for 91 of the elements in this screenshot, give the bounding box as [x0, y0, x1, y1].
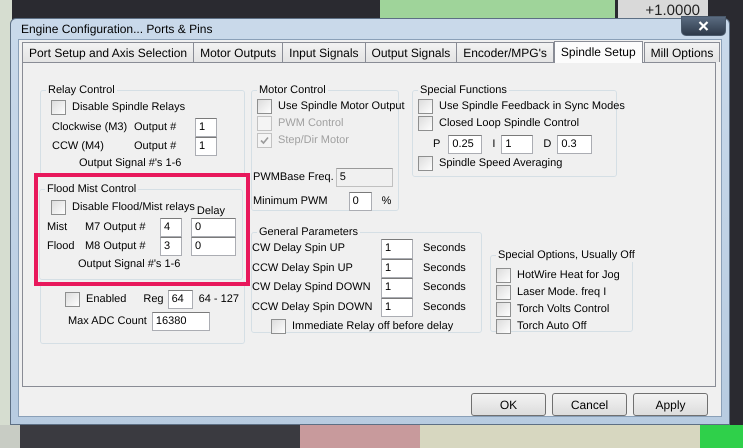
checkbox-label: Laser Mode. freq I	[517, 285, 606, 300]
checkbox[interactable]	[271, 319, 286, 334]
checkbox-label: Torch Volts Control	[517, 302, 610, 317]
input-field[interactable]: 3	[160, 237, 182, 256]
input-field[interactable]: 1	[381, 298, 413, 317]
field-label: CCW Delay Spin UP	[252, 260, 354, 276]
field-label: CW Delay Spin UP	[252, 241, 346, 256]
input-field[interactable]: 0	[348, 192, 372, 211]
input-field[interactable]: 1	[381, 258, 413, 278]
checkbox[interactable]	[418, 116, 433, 131]
input-field[interactable]: 1	[195, 137, 217, 156]
dialog-button[interactable]: Apply	[633, 393, 708, 416]
input-field[interactable]: 0.25	[448, 135, 482, 154]
input-field[interactable]: 1	[195, 118, 217, 137]
checkbox[interactable]	[418, 156, 433, 171]
field-label: D	[543, 137, 552, 152]
field-label: Max ADC Count	[68, 314, 147, 329]
tab[interactable]: Input Signals	[282, 42, 366, 62]
unit-text: %	[382, 194, 392, 209]
checkbox-label: Disable Spindle Relays	[72, 100, 186, 115]
checkbox-label: Closed Loop Spindle Control	[439, 116, 580, 131]
checkbox[interactable]	[51, 200, 66, 215]
field-label: M8 Output #	[85, 239, 147, 254]
input-field[interactable]: 0	[191, 237, 236, 256]
checkbox-label: Torch Auto Off	[517, 319, 587, 334]
window-title: Engine Configuration... Ports & Pins	[21, 22, 212, 36]
checkbox[interactable]	[496, 302, 511, 317]
input-field[interactable]: 1	[381, 239, 413, 258]
input-field[interactable]: 1	[501, 135, 534, 154]
tab[interactable]: Mill Options	[644, 42, 720, 62]
close-button[interactable]	[681, 16, 726, 36]
field-label: PWMBase Freq.	[253, 170, 334, 185]
checkbox-label: Enabled	[86, 292, 126, 307]
field-label: CCW Delay Spin DOWN	[252, 300, 374, 315]
readout-text: +1.0000	[618, 0, 708, 18]
checkbox-label: Use Spindle Motor Output	[278, 99, 405, 114]
dialog-button[interactable]: OK	[471, 393, 546, 416]
group-title: Special Functions	[419, 83, 508, 97]
input-field[interactable]: 16380	[152, 312, 210, 331]
unit-text: Seconds	[423, 300, 467, 315]
checkbox-label: Use Spindle Feedback in Sync Modes	[439, 99, 625, 114]
checkbox[interactable]	[418, 99, 433, 114]
checkbox-label: Immediate Relay off before delay	[292, 319, 454, 334]
checkbox-label: Spindle Speed Averaging	[439, 156, 562, 171]
note-text: Output Signal #'s 1-6	[78, 257, 182, 272]
field-label: Minimum PWM	[253, 194, 328, 209]
input-field[interactable]: 4	[160, 218, 182, 237]
unit-text: Seconds	[423, 260, 467, 276]
field-label: Output #	[134, 120, 178, 135]
field-label: I	[492, 137, 496, 152]
tab[interactable]: Output Signals	[364, 42, 458, 62]
field-label: CW Delay Spind DOWN	[252, 280, 372, 296]
tab[interactable]: Port Setup and Axis Selection	[22, 42, 194, 62]
unit-text: Seconds	[423, 280, 467, 296]
checkbox[interactable]	[496, 285, 511, 300]
group-title: Flood Mist Control	[46, 182, 138, 196]
input-field[interactable]: 64	[168, 290, 193, 309]
input-field[interactable]: 0	[191, 218, 236, 237]
field-label: Reg	[143, 292, 164, 307]
input-field[interactable]: 1	[381, 278, 413, 298]
field-label: CCW (M4)	[52, 139, 105, 154]
checkbox[interactable]	[496, 268, 511, 283]
tick-icon	[260, 136, 269, 145]
field-label: Output #	[134, 139, 178, 154]
tab[interactable]: Motor Outputs	[193, 42, 284, 62]
field-label: M7 Output #	[85, 220, 147, 235]
row-label: Mist	[47, 220, 68, 235]
checkbox[interactable]	[257, 99, 272, 114]
checkbox[interactable]	[65, 292, 80, 307]
checkbox-label: Step/Dir Motor	[278, 133, 349, 148]
group-title: Special Options, Usually Off	[497, 248, 636, 262]
group-title: General Parameters	[258, 225, 360, 239]
group-title: Relay Control	[47, 83, 116, 97]
field-label: P	[433, 137, 440, 152]
unit-text: Seconds	[423, 241, 467, 256]
dialog-button[interactable]: Cancel	[552, 393, 627, 416]
range-text: 64 - 127	[198, 292, 239, 307]
checkbox-label: Disable Flood/Mist relays	[72, 200, 195, 215]
checkbox[interactable]	[51, 100, 66, 115]
row-label: Flood	[47, 239, 76, 254]
tab[interactable]: Spindle Setup	[554, 41, 643, 63]
checkbox-label: HotWire Heat for Jog	[517, 268, 620, 283]
tab[interactable]: Encoder/MPG's	[456, 42, 554, 62]
checkbox[interactable]	[496, 319, 511, 334]
close-icon	[698, 21, 709, 31]
field-label: Clockwise (M3)	[52, 120, 128, 135]
input-field[interactable]: 0.3	[557, 135, 592, 154]
note-text: Output Signal #'s 1-6	[79, 156, 182, 171]
column-label: Delay	[196, 204, 225, 219]
checkbox-label: PWM Control	[278, 116, 344, 131]
group-title: Motor Control	[258, 83, 327, 97]
